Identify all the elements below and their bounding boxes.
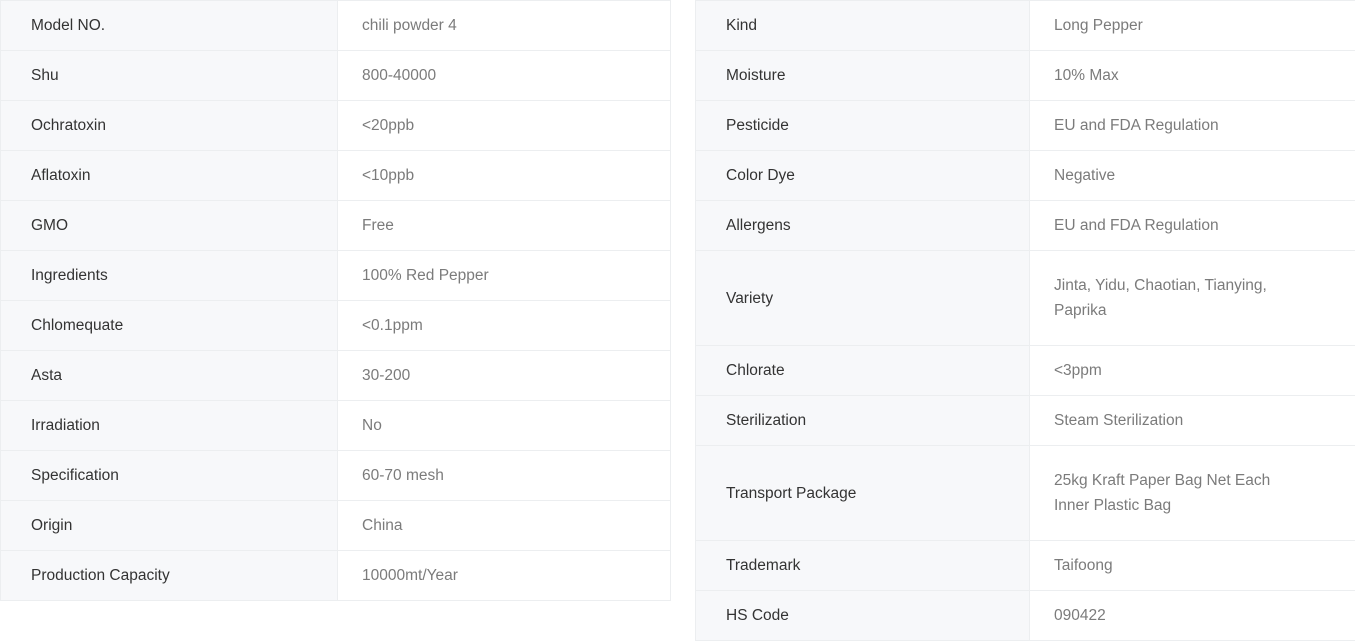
attribute-value-text: 090422 xyxy=(1054,603,1338,628)
attribute-value-cell: EU and FDA Regulation xyxy=(1030,201,1355,251)
attribute-value-cell: 25kg Kraft Paper Bag Net Each Inner Plas… xyxy=(1030,446,1355,541)
attribute-label-cell: Ochratoxin xyxy=(1,101,338,151)
attribute-value-text: 30-200 xyxy=(362,363,652,388)
attribute-label-cell: Trademark xyxy=(696,541,1030,591)
table-row: Specification 60-70 mesh xyxy=(1,451,671,501)
attribute-value-text: 800-40000 xyxy=(362,63,652,88)
attribute-value-cell: Steam Sterilization xyxy=(1030,396,1355,446)
attribute-value-text: China xyxy=(362,513,652,538)
attribute-label-cell: Ingredients xyxy=(1,251,338,301)
table-row: Allergens EU and FDA Regulation xyxy=(696,201,1355,251)
table-row: Shu 800-40000 xyxy=(1,51,671,101)
attribute-label-cell: Shu xyxy=(1,51,338,101)
attribute-value-text: EU and FDA Regulation xyxy=(1054,213,1338,238)
attribute-value-cell: EU and FDA Regulation xyxy=(1030,101,1355,151)
attribute-value-text: <3ppm xyxy=(1054,358,1338,383)
attribute-value-text: Steam Sterilization xyxy=(1054,408,1338,433)
attribute-value-cell: <0.1ppm xyxy=(338,301,671,351)
attribute-label-cell: Allergens xyxy=(696,201,1030,251)
table-row: Moisture 10% Max xyxy=(696,51,1355,101)
attribute-value-text: No xyxy=(362,413,652,438)
attribute-label-cell: HS Code xyxy=(696,591,1030,641)
table-row: Ochratoxin <20ppb xyxy=(1,101,671,151)
table-row: Pesticide EU and FDA Regulation xyxy=(696,101,1355,151)
attribute-value-text: 10% Max xyxy=(1054,63,1338,88)
attribute-value-text: Negative xyxy=(1054,163,1338,188)
attribute-label-cell: Transport Package xyxy=(696,446,1030,541)
attribute-value-text: chili powder 4 xyxy=(362,13,652,38)
attribute-value-cell: 10% Max xyxy=(1030,51,1355,101)
attribute-label-cell: Chlomequate xyxy=(1,301,338,351)
table-row: Chlomequate <0.1ppm xyxy=(1,301,671,351)
table-row: Kind Long Pepper xyxy=(696,1,1355,51)
attribute-value-text: <0.1ppm xyxy=(362,313,652,338)
table-row: GMO Free xyxy=(1,201,671,251)
left-table-body: Model NO. chili powder 4 Shu 800-40000 Ochra… xyxy=(1,1,671,601)
attribute-value-cell: 30-200 xyxy=(338,351,671,401)
attribute-value-cell: <10ppb xyxy=(338,151,671,201)
table-row: Chlorate <3ppm xyxy=(696,346,1355,396)
attribute-value-cell: Free xyxy=(338,201,671,251)
attribute-value-cell: Long Pepper xyxy=(1030,1,1355,51)
attribute-value-cell: 60-70 mesh xyxy=(338,451,671,501)
table-row: Sterilization Steam Sterilization xyxy=(696,396,1355,446)
attribute-value-text: Taifoong xyxy=(1054,553,1338,578)
attribute-value-cell: <20ppb xyxy=(338,101,671,151)
attribute-label-cell: Kind xyxy=(696,1,1030,51)
specification-tables-container: Model NO. chili powder 4 Shu 800-40000 Ochra… xyxy=(0,0,1355,641)
attribute-label-cell: Variety xyxy=(696,251,1030,346)
table-row: Origin China xyxy=(1,501,671,551)
table-row: Transport Package 25kg Kraft Paper Bag Ne… xyxy=(696,446,1355,541)
table-row: Ingredients 100% Red Pepper xyxy=(1,251,671,301)
table-row: Aflatoxin <10ppb xyxy=(1,151,671,201)
attribute-label-cell: Color Dye xyxy=(696,151,1030,201)
attribute-label-cell: Aflatoxin xyxy=(1,151,338,201)
table-row: Model NO. chili powder 4 xyxy=(1,1,671,51)
attribute-label-cell: Sterilization xyxy=(696,396,1030,446)
attribute-value-cell: <3ppm xyxy=(1030,346,1355,396)
attribute-value-cell: Negative xyxy=(1030,151,1355,201)
attribute-value-text: Free xyxy=(362,213,652,238)
attribute-label-cell: Pesticide xyxy=(696,101,1030,151)
table-row: Color Dye Negative xyxy=(696,151,1355,201)
attribute-value-text: 60-70 mesh xyxy=(362,463,652,488)
attribute-value-text: Long Pepper xyxy=(1054,13,1338,38)
attribute-label-cell: Asta xyxy=(1,351,338,401)
attribute-value-cell: Jinta, Yidu, Chaotian, Tianying, Paprika xyxy=(1030,251,1355,346)
right-table-body: Kind Long Pepper Moisture 10% Max Pesticide E… xyxy=(696,1,1355,641)
table-row: Variety Jinta, Yidu, Chaotian, Tianying, … xyxy=(696,251,1355,346)
attribute-value-text: <20ppb xyxy=(362,113,652,138)
attribute-value-text: 100% Red Pepper xyxy=(362,263,652,288)
attribute-value-cell: chili powder 4 xyxy=(338,1,671,51)
attribute-value-cell: 090422 xyxy=(1030,591,1355,641)
attribute-label-cell: GMO xyxy=(1,201,338,251)
attribute-value-text: <10ppb xyxy=(362,163,652,188)
product-attributes-right-table: Kind Long Pepper Moisture 10% Max Pesticide E… xyxy=(695,0,1355,641)
attribute-value-cell: 800-40000 xyxy=(338,51,671,101)
attribute-value-text: Jinta, Yidu, Chaotian, Tianying, Paprika xyxy=(1054,273,1338,323)
attribute-value-cell: China xyxy=(338,501,671,551)
attribute-label-cell: Moisture xyxy=(696,51,1030,101)
table-row: HS Code 090422 xyxy=(696,591,1355,641)
attribute-label-cell: Chlorate xyxy=(696,346,1030,396)
attribute-label-cell: Irradiation xyxy=(1,401,338,451)
table-row: Trademark Taifoong xyxy=(696,541,1355,591)
table-row: Production Capacity 10000mt/Year xyxy=(1,551,671,601)
product-attributes-left-table: Model NO. chili powder 4 Shu 800-40000 Ochra… xyxy=(0,0,671,601)
attribute-value-text: 10000mt/Year xyxy=(362,563,652,588)
attribute-label-cell: Specification xyxy=(1,451,338,501)
attribute-value-cell: No xyxy=(338,401,671,451)
attribute-label-cell: Production Capacity xyxy=(1,551,338,601)
table-row: Asta 30-200 xyxy=(1,351,671,401)
attribute-value-cell: 10000mt/Year xyxy=(338,551,671,601)
table-row: Irradiation No xyxy=(1,401,671,451)
attribute-value-text: 25kg Kraft Paper Bag Net Each Inner Plas… xyxy=(1054,468,1338,518)
attribute-label-cell: Origin xyxy=(1,501,338,551)
attribute-value-cell: Taifoong xyxy=(1030,541,1355,591)
attribute-value-cell: 100% Red Pepper xyxy=(338,251,671,301)
attribute-value-text: EU and FDA Regulation xyxy=(1054,113,1338,138)
attribute-label-cell: Model NO. xyxy=(1,1,338,51)
